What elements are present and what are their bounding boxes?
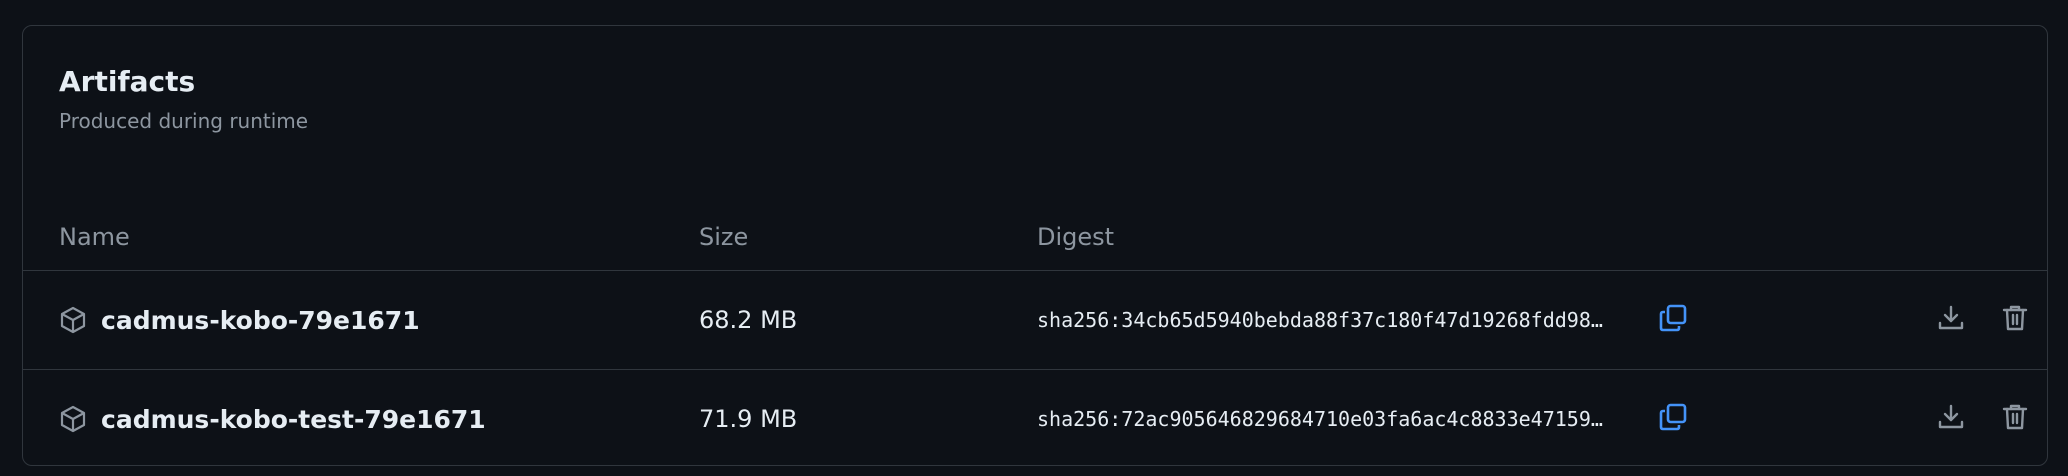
download-icon xyxy=(1937,403,1965,435)
artifact-digest: sha256:72ac905646829684710e03fa6ac4c8833… xyxy=(1037,407,1603,431)
delete-button[interactable] xyxy=(1995,300,2035,340)
trash-icon xyxy=(2002,403,2028,435)
table-row: cadmus-kobo-test-79e1671 71.9 MB sha256:… xyxy=(23,370,2047,465)
column-header-size: Size xyxy=(699,223,749,251)
table-row: cadmus-kobo-79e1671 68.2 MB sha256:34cb6… xyxy=(23,271,2047,369)
delete-button[interactable] xyxy=(1995,399,2035,439)
copy-icon xyxy=(1658,303,1688,337)
package-icon xyxy=(59,306,87,334)
download-button[interactable] xyxy=(1931,300,1971,340)
package-icon xyxy=(59,405,87,433)
download-button[interactable] xyxy=(1931,399,1971,439)
artifact-size: 71.9 MB xyxy=(699,405,798,433)
copy-digest-button[interactable] xyxy=(1653,300,1693,340)
artifacts-header: Artifacts Produced during runtime xyxy=(59,64,308,134)
column-header-name: Name xyxy=(59,223,130,251)
copy-icon xyxy=(1658,402,1688,436)
artifact-name[interactable]: cadmus-kobo-79e1671 xyxy=(101,306,420,335)
artifacts-panel: Artifacts Produced during runtime Name S… xyxy=(22,25,2048,466)
artifact-digest: sha256:34cb65d5940bebda88f37c180f47d1926… xyxy=(1037,308,1603,332)
trash-icon xyxy=(2002,304,2028,336)
artifact-name[interactable]: cadmus-kobo-test-79e1671 xyxy=(101,405,486,434)
panel-title: Artifacts xyxy=(59,65,196,98)
panel-subtitle: Produced during runtime xyxy=(59,109,309,133)
download-icon xyxy=(1937,304,1965,336)
artifact-size: 68.2 MB xyxy=(699,306,798,334)
copy-digest-button[interactable] xyxy=(1653,399,1693,439)
column-header-digest: Digest xyxy=(1037,223,1115,251)
